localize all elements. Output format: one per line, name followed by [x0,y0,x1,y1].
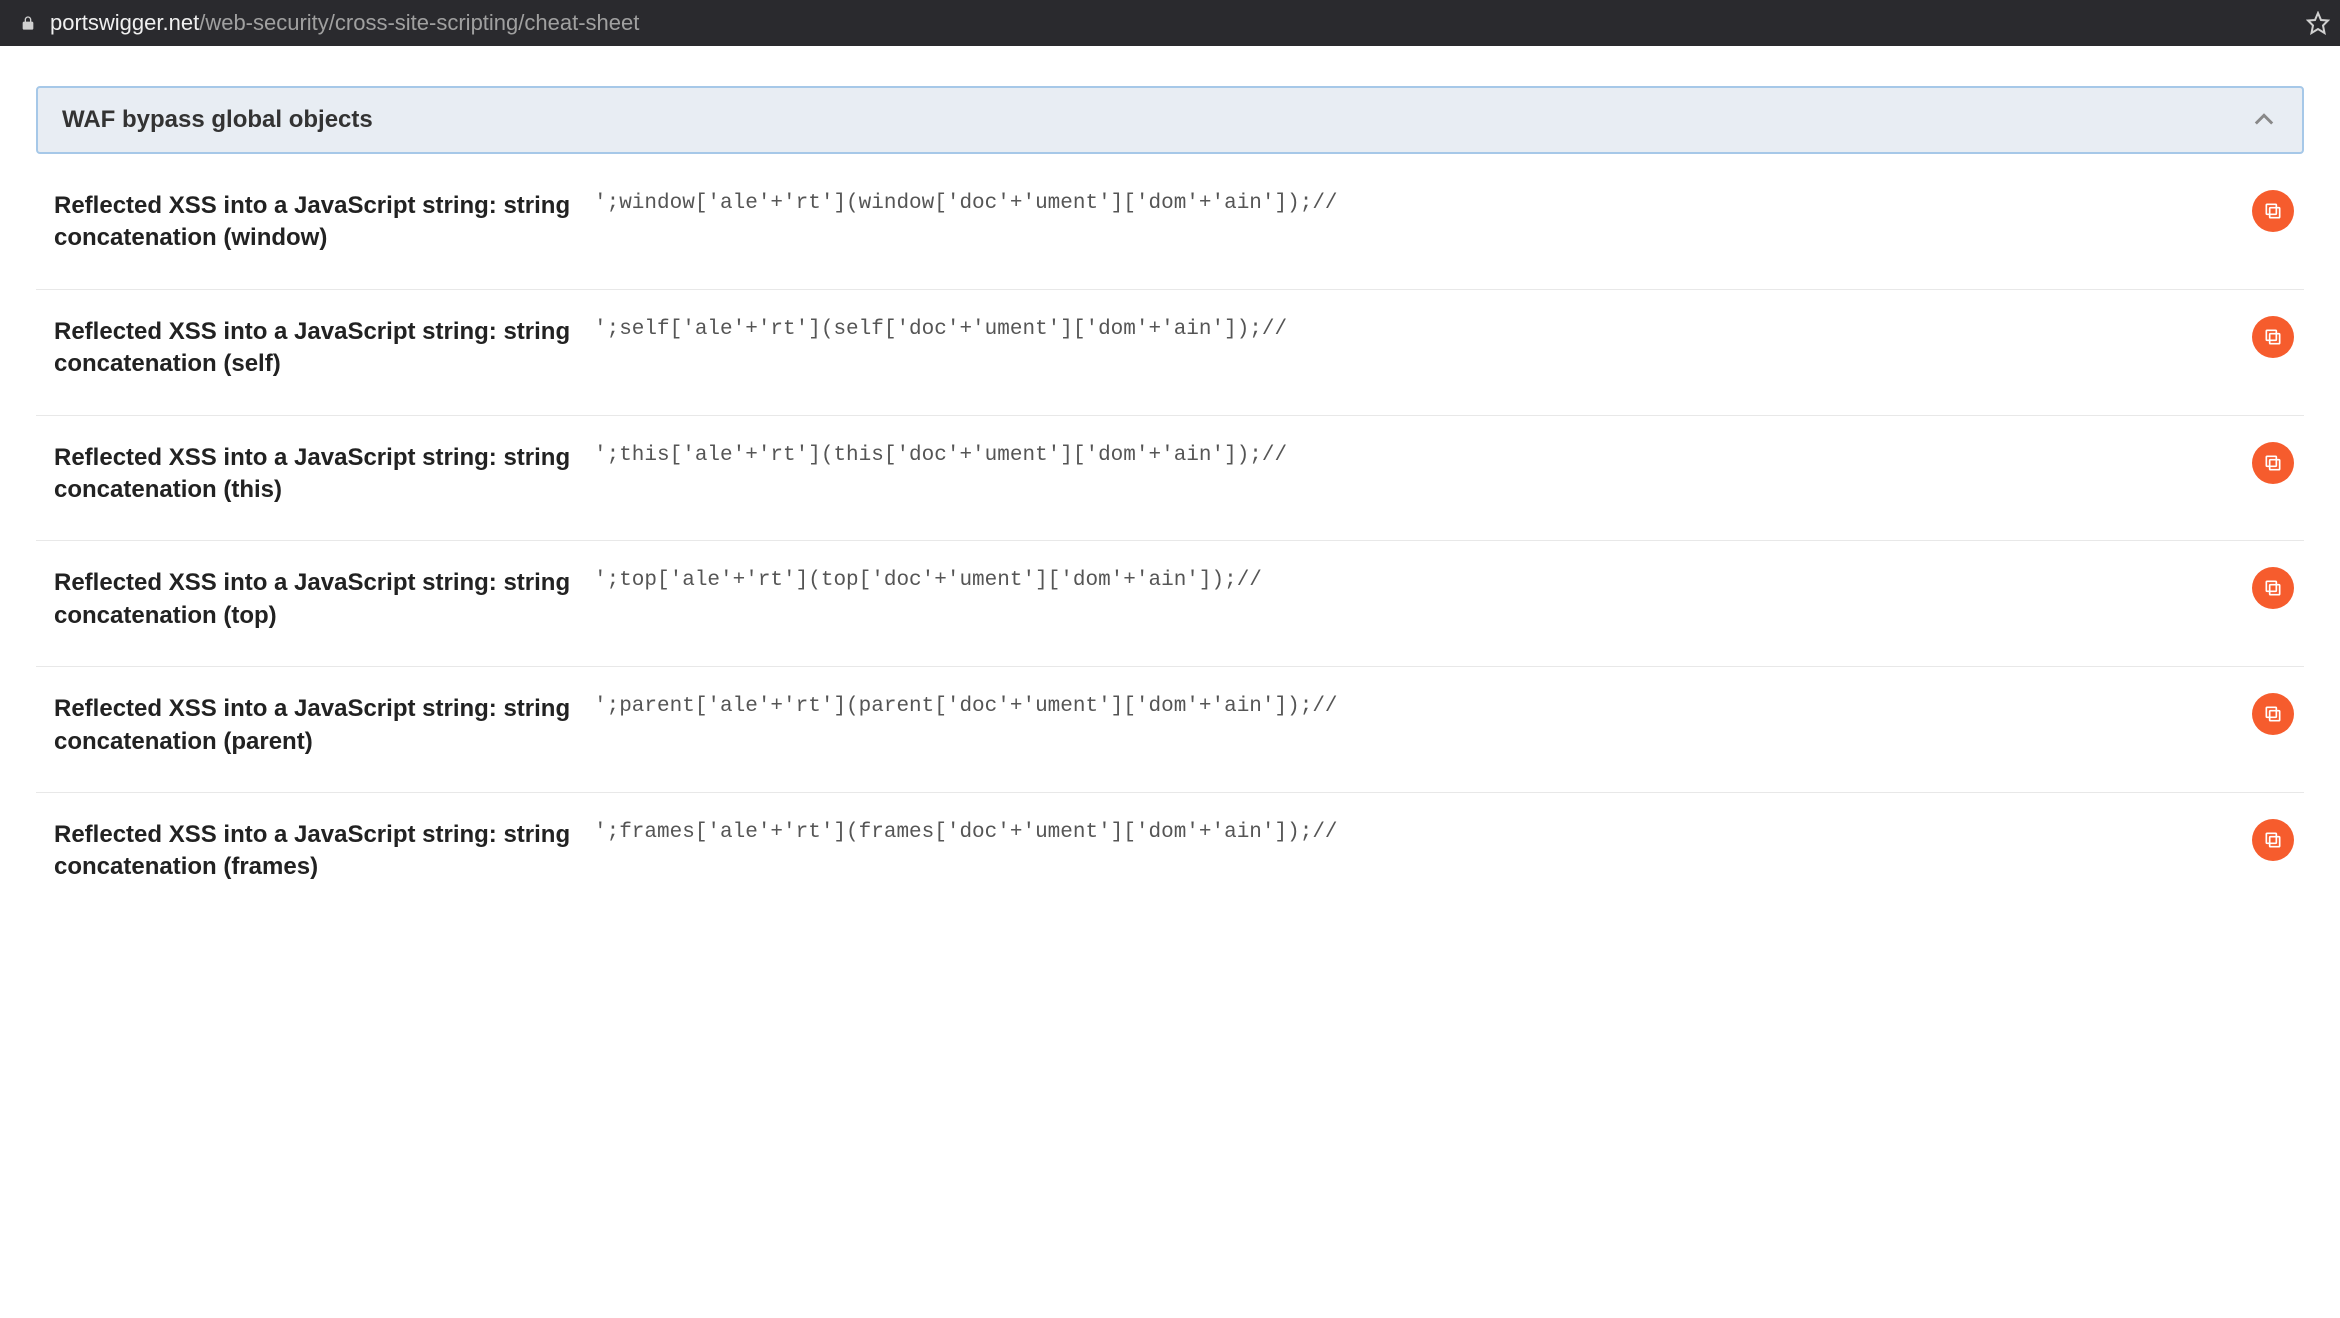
main-content: WAF bypass global objects Reflected XSS … [0,46,2340,938]
copy-button[interactable] [2252,442,2294,484]
bookmark-star-icon[interactable] [2306,11,2330,35]
url-text: portswigger.net/web-security/cross-site-… [50,10,639,36]
entry-title: Reflected XSS into a JavaScript string: … [54,190,594,255]
copy-icon [2263,327,2283,347]
copy-button[interactable] [2252,190,2294,232]
section-title: WAF bypass global objects [62,106,373,134]
entry-title: Reflected XSS into a JavaScript string: … [54,819,594,884]
entry-code: ';parent['ale'+'rt'](parent['doc'+'ument… [594,693,2286,718]
copy-icon [2263,830,2283,850]
url-path: /web-security/cross-site-scripting/cheat… [199,10,639,35]
entry-row: Reflected XSS into a JavaScript string: … [36,541,2304,667]
entry-code: ';top['ale'+'rt'](top['doc'+'ument']['do… [594,567,2286,592]
entry-code: ';window['ale'+'rt'](window['doc'+'ument… [594,190,2286,215]
browser-address-bar[interactable]: portswigger.net/web-security/cross-site-… [0,0,2340,46]
entry-code: ';self['ale'+'rt'](self['doc'+'ument']['… [594,316,2286,341]
chevron-up-icon [2250,106,2278,134]
section-header[interactable]: WAF bypass global objects [36,86,2304,154]
copy-icon [2263,453,2283,473]
entry-row: Reflected XSS into a JavaScript string: … [36,164,2304,290]
entry-title: Reflected XSS into a JavaScript string: … [54,316,594,381]
entries-list: Reflected XSS into a JavaScript string: … [36,164,2304,918]
entry-title: Reflected XSS into a JavaScript string: … [54,567,594,632]
copy-icon [2263,704,2283,724]
copy-button[interactable] [2252,567,2294,609]
lock-icon [20,15,36,31]
entry-title: Reflected XSS into a JavaScript string: … [54,693,594,758]
entry-row: Reflected XSS into a JavaScript string: … [36,416,2304,542]
entry-code: ';this['ale'+'rt'](this['doc'+'ument']['… [594,442,2286,467]
entry-row: Reflected XSS into a JavaScript string: … [36,793,2304,918]
copy-icon [2263,578,2283,598]
entry-code: ';frames['ale'+'rt'](frames['doc'+'ument… [594,819,2286,844]
url-domain: portswigger.net [50,10,199,35]
entry-row: Reflected XSS into a JavaScript string: … [36,290,2304,416]
copy-button[interactable] [2252,819,2294,861]
copy-icon [2263,201,2283,221]
entry-row: Reflected XSS into a JavaScript string: … [36,667,2304,793]
entry-title: Reflected XSS into a JavaScript string: … [54,442,594,507]
copy-button[interactable] [2252,316,2294,358]
copy-button[interactable] [2252,693,2294,735]
